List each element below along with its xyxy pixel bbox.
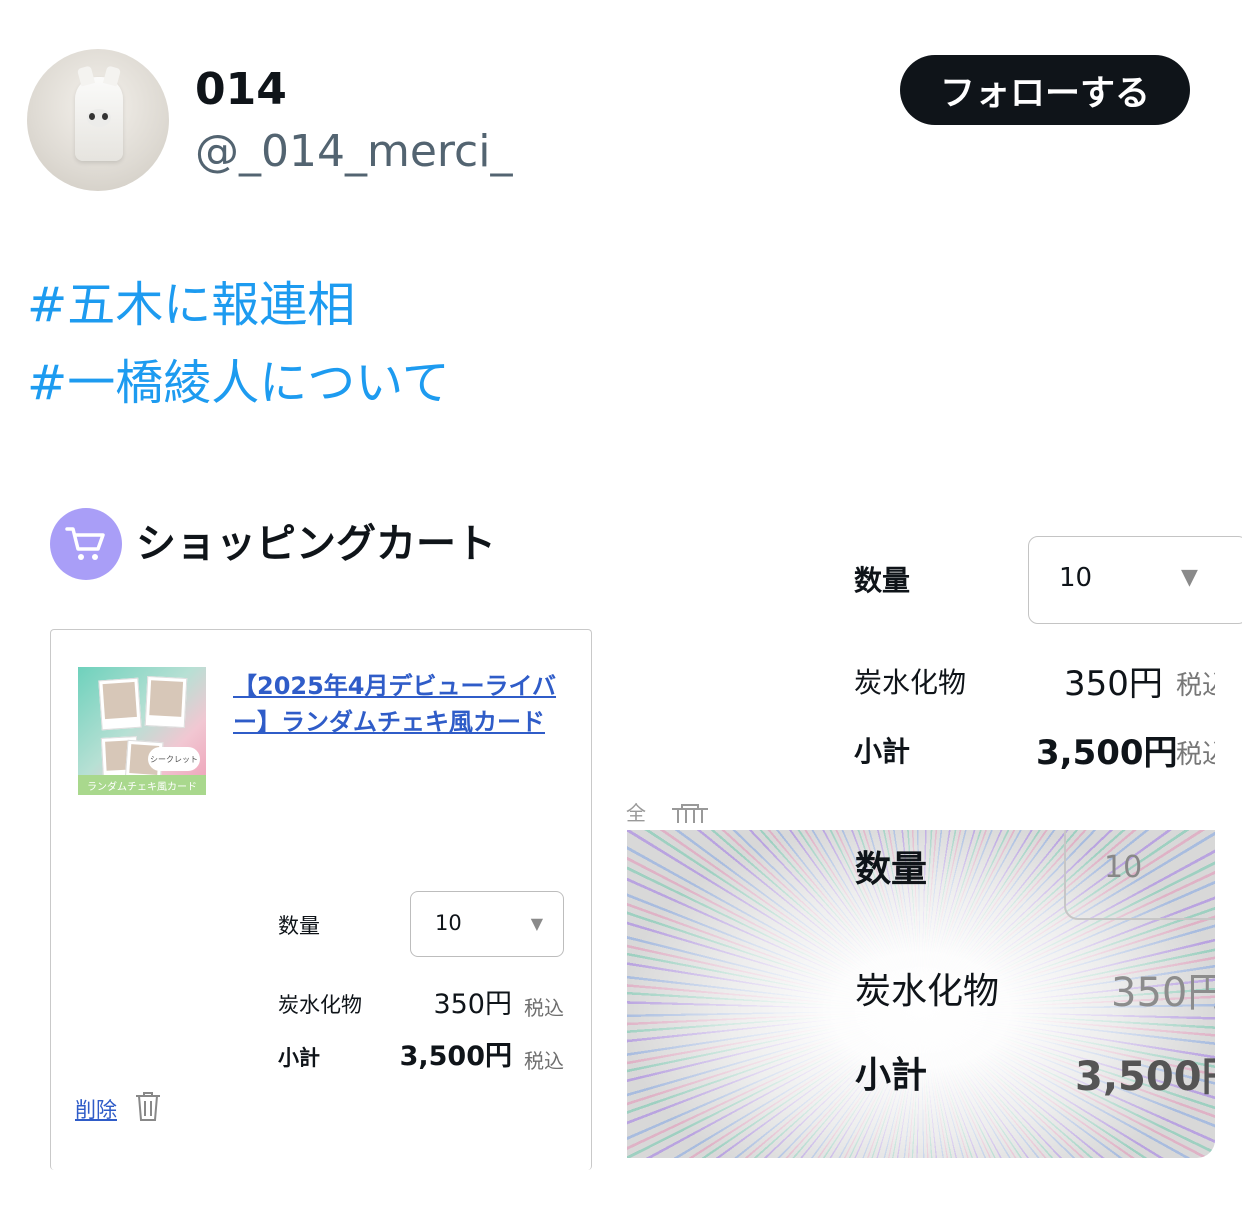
tax-label: 税込 (524, 996, 564, 1020)
zoom-tax-label: 税込 (1176, 740, 1215, 770)
unit-price-label: 炭水化物 (278, 993, 362, 1017)
subtotal-price: 3,500円 (399, 1041, 512, 1072)
delete-link[interactable]: 削除 (75, 1094, 117, 1124)
display-name[interactable]: 014 (195, 62, 287, 118)
product-title-link[interactable]: 【2025年4月デビューライバー】ランダムチェキ風カード (233, 668, 563, 740)
tax-label: 税込 (524, 1049, 564, 1073)
zoom-subtotal-label: 小計 (854, 735, 911, 768)
burst-subtotal-price: 3,500円 (1075, 1054, 1215, 1100)
avatar[interactable] (27, 49, 169, 191)
quantity-select[interactable]: 10 ▼ (410, 891, 564, 957)
chevron-down-icon: ▼ (530, 914, 543, 933)
user-handle[interactable]: @_014_merci_ (195, 124, 512, 180)
burst-quantity-value: 10 (1104, 850, 1143, 885)
zoom-unit-price: 350円 (1064, 664, 1163, 704)
burst-quantity-select: 10 (1064, 830, 1215, 920)
burst-unit-label: 炭水化物 (855, 971, 1000, 1012)
quantity-value: 10 (435, 911, 462, 935)
zoom-subtotal-price: 3,500円 (1036, 733, 1178, 773)
product-thumbnail[interactable]: シークレット ランダムチェキ風カード (78, 667, 206, 795)
zoom-quantity-value: 10 (1059, 563, 1093, 593)
zoom-quantity-select[interactable]: 10 ▼ (1028, 536, 1242, 624)
trash-icon[interactable] (134, 1090, 162, 1126)
hashtag-link[interactable]: #五木に報連相 (27, 275, 355, 335)
burst-unit-price: 350円 (1111, 970, 1215, 1016)
hashtag-link[interactable]: #一橋綾人について (27, 353, 450, 413)
avatar-figure (75, 77, 123, 161)
trash-icon (670, 801, 710, 828)
zoom-quantity-label: 数量 (854, 564, 911, 597)
cart-title: ショッピングカート (136, 521, 496, 567)
zoom-unit-label: 炭水化物 (854, 666, 967, 699)
unit-price: 350円 (433, 989, 512, 1020)
burst-quantity-label: 数量 (855, 849, 928, 890)
burst-subtotal-label: 小計 (855, 1055, 928, 1096)
strip-text: 全 (626, 801, 646, 825)
follow-button[interactable]: フォローする (900, 55, 1190, 125)
zoom-tax-label: 税込 (1176, 671, 1215, 701)
quantity-label: 数量 (278, 914, 320, 938)
subtotal-label: 小計 (278, 1046, 320, 1070)
partial-delete-strip: 全 (626, 797, 710, 828)
speed-lines-zoom-image: 数量 10 炭水化物 350円 小計 3,500円 (627, 830, 1215, 1158)
thumb-secret-label: シークレット (148, 747, 200, 771)
thumb-band-label: ランダムチェキ風カード (78, 775, 206, 795)
chevron-down-icon: ▼ (1181, 565, 1198, 590)
cart-icon (50, 508, 122, 580)
